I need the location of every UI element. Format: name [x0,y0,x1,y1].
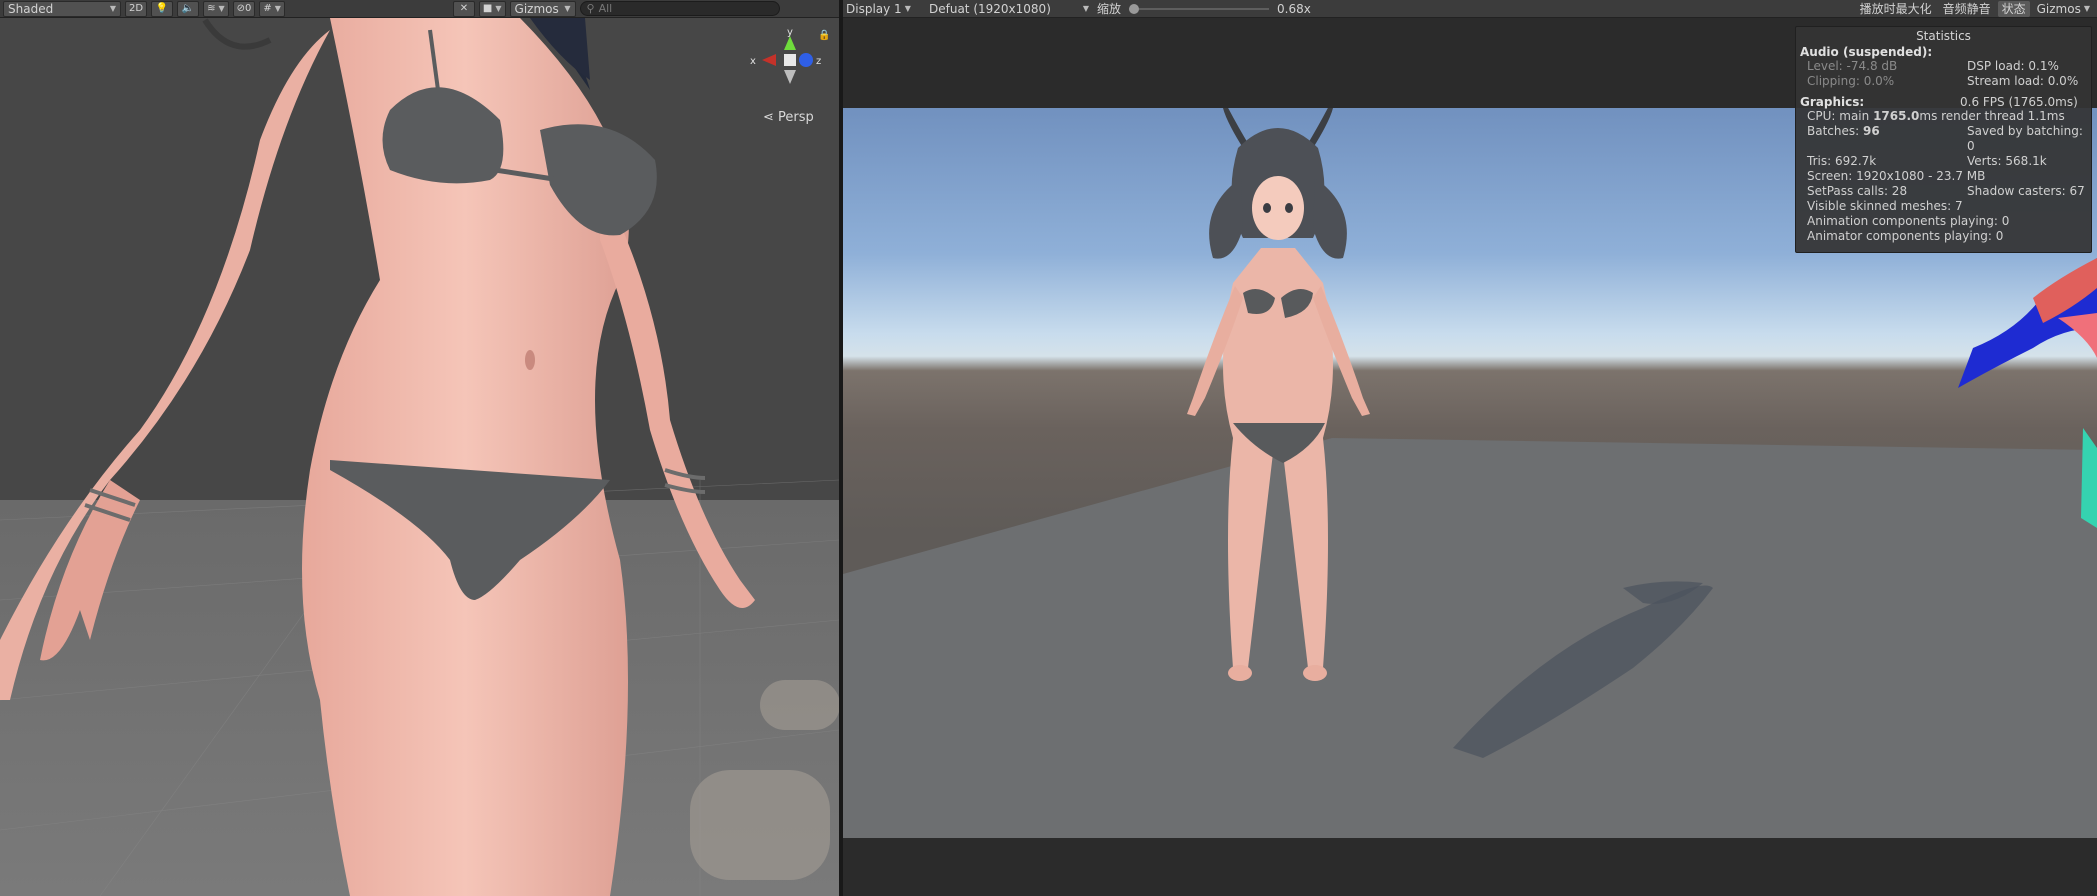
lighting-toggle-button[interactable]: 💡 [151,0,174,17]
stats-tris-row: Tris: 692.7k Verts: 568.1k [1800,154,2087,169]
chevron-down-icon: ▼ [2083,4,2090,13]
game-toolbar: Display 1 ▼ Defuat (1920x1080) ▼ 缩放 0.68… [843,0,2097,18]
chevron-down-icon: ▼ [1082,4,1089,13]
2d-toggle-label: 2D [129,3,144,14]
stats-level: Level: -74.8 dB [1807,59,1898,73]
resolution-dropdown[interactable]: Defuat (1920x1080) ▼ [929,2,1089,16]
stats-batches: 96 [1863,124,1880,138]
eye-slash-icon: ⊘ [236,3,245,14]
chevron-down-icon: ▼ [218,4,225,13]
scale-slider[interactable] [1129,3,1270,15]
statistics-panel: Statistics Audio (suspended): Level: -74… [1795,26,2092,253]
stats-skinned-meshes: Visible skinned meshes: 7 [1807,199,1963,213]
scale-value: 0.68x [1277,1,1311,16]
stats-audio-row-1: Level: -74.8 dB DSP load: 0.1% [1800,59,2087,74]
stats-cpu-prefix: CPU: main [1807,109,1874,123]
stats-clipping: Clipping: 0.0% [1807,74,1895,88]
mute-audio-toggle[interactable]: 音频静音 [1939,1,1995,17]
stats-audio-row-2: Clipping: 0.0% Stream load: 0.0% [1800,74,2087,89]
chevron-down-icon: ▼ [274,4,281,13]
effects-toggle-button[interactable]: ≋ ▼ [203,0,229,17]
chevron-down-icon: ▼ [495,4,502,13]
search-placeholder: All [598,2,613,15]
stats-batches-row: Batches: 96 Saved by batching: 0 [1800,124,2087,154]
lightbulb-icon: 💡 [155,3,169,14]
scene-gizmos-dropdown[interactable]: Gizmos ▼ [509,0,576,17]
search-icon: ⚲ [586,2,595,15]
gizmo-y-label: y [787,28,793,38]
chevron-down-icon: ▼ [109,4,116,13]
speaker-icon: 🔈 [181,3,195,14]
stats-tris: Tris: 692.7k [1807,154,1877,168]
hidden-count: 0 [245,3,252,14]
projection-toggle[interactable]: ⋖ Persp [763,110,814,125]
draw-mode-dropdown[interactable]: Shaded ▼ [3,0,121,17]
game-gizmos-dropdown[interactable]: Gizmos ▼ [2033,1,2094,17]
scene-gizmos-label: Gizmos [514,1,559,16]
gizmo-x-label: x [750,56,756,67]
stats-verts: Verts: 568.1k [1967,154,2047,168]
maximize-on-play-toggle[interactable]: 播放时最大化 [1856,1,1936,17]
tools-button[interactable]: ✕ [452,0,475,17]
stats-screen: Screen: 1920x1080 - 23.7 MB [1807,169,1986,183]
display-dropdown[interactable]: Display 1 ▼ [846,2,921,16]
grid-icon: # [263,3,272,14]
hidden-objects-button[interactable]: ⊘ 0 [232,0,256,17]
stats-graphics-header: Graphics: [1800,95,1865,109]
stats-cpu-suffix: ms render thread 1.1ms [1919,109,2065,123]
scale-slider-thumb[interactable] [1129,3,1140,14]
stats-batches-prefix: Batches: [1807,124,1863,138]
chevron-down-icon: ▼ [904,4,911,13]
scene-toolbar: Shaded ▼ 2D 💡 🔈 ≋ ▼ ⊘ 0 # ▼ ✕ ■ ▼ Gizmos… [0,0,839,18]
scene-search-input[interactable]: ⚲ All [579,1,780,16]
wrench-icon: ✕ [459,3,469,14]
stats-setpass: SetPass calls: 28 [1807,184,1908,198]
stats-shadow-casters: Shadow casters: 67 [1967,184,2085,198]
game-gizmos-label: Gizmos [2036,1,2081,16]
gizmo-z-label: z [816,56,821,67]
scene-view[interactable]: Shaded ▼ 2D 💡 🔈 ≋ ▼ ⊘ 0 # ▼ ✕ ■ ▼ Gizmos… [0,0,839,896]
projection-icon: ⋖ [763,110,774,125]
stats-title: Statistics [1916,29,1971,43]
stats-toggle[interactable]: 状态 [1997,0,2030,17]
stats-audio-header: Audio (suspended): [1800,45,1933,59]
grid-toggle-button[interactable]: # ▼ [259,0,285,17]
audio-toggle-button[interactable]: 🔈 [177,0,200,17]
lock-icon[interactable]: 🔒 [818,30,830,41]
resolution-label: Defuat (1920x1080) [929,1,1051,16]
stats-stream-load: Stream load: 0.0% [1967,74,2079,88]
2d-toggle-button[interactable]: 2D [125,0,148,17]
camera-icon: ■ [482,3,493,14]
stats-graphics-header-row: Graphics: 0.6 FPS (1765.0ms) [1800,95,2087,109]
stats-fps: 0.6 FPS (1765.0ms) [1960,95,2078,109]
display-label: Display 1 [846,1,902,16]
orientation-gizmo[interactable]: y x z [748,28,828,98]
stats-cpu-main: 1765.0 [1873,109,1920,123]
stats-saved-by-batching: Saved by batching: 0 [1967,124,2083,153]
scale-label: 缩放 [1097,2,1122,16]
stats-animation-components: Animation components playing: 0 [1807,214,2010,228]
draw-mode-label: Shaded [8,1,54,16]
stats-dsp-load: DSP load: 0.1% [1967,59,2059,73]
chevron-down-icon: ▼ [564,4,571,13]
projection-label: Persp [778,110,814,125]
stats-animator-components: Animator components playing: 0 [1807,229,2004,243]
stats-cpu: CPU: main 1765.0ms render thread 1.1ms [1800,109,2087,124]
layers-icon: ≋ [207,3,216,14]
stats-setpass-row: SetPass calls: 28 Shadow casters: 67 [1800,184,2087,199]
scale-slider-track [1129,7,1270,10]
camera-button[interactable]: ■ ▼ [478,0,506,17]
game-toolbar-right: 播放时最大化 音频静音 状态 Gizmos ▼ [1856,0,2094,17]
character-closeup-model [0,18,839,896]
